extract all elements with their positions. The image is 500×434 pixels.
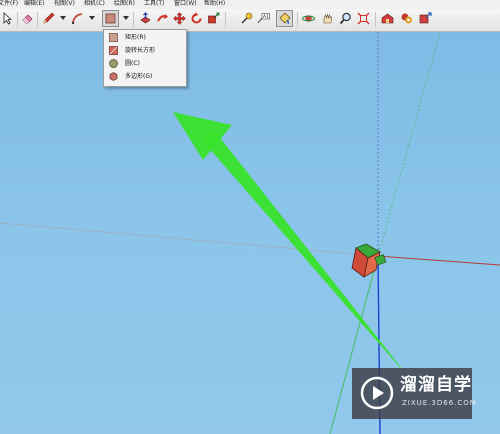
- toolbar-separator: [17, 12, 18, 27]
- menu-window[interactable]: 窗口(W): [174, 0, 197, 8]
- toolbar-separator: [37, 12, 38, 27]
- arc-dropdown-arrow[interactable]: [89, 16, 95, 20]
- move-icon[interactable]: [172, 11, 187, 26]
- rectangle-icon: [109, 33, 118, 42]
- toolbar: A1: [0, 9, 500, 32]
- watermark-subtitle: ZIXUE.3D66.COM: [402, 399, 477, 407]
- rotate-icon[interactable]: [189, 11, 204, 26]
- push-pull-icon[interactable]: [138, 11, 153, 26]
- follow-me-icon[interactable]: [155, 11, 170, 26]
- warehouse-icon[interactable]: [380, 11, 395, 26]
- menu-draw[interactable]: 绘图(R): [114, 0, 135, 8]
- svg-text:A1: A1: [263, 14, 269, 20]
- watermark: 溜溜自学 ZIXUE.3D66.COM: [352, 368, 476, 419]
- dropdown-item-rotated-rectangle[interactable]: 旋转长方形: [104, 44, 186, 57]
- select-arrow-icon[interactable]: [0, 11, 15, 26]
- menu-view[interactable]: 视图(V): [54, 0, 75, 8]
- orbit-icon[interactable]: [301, 11, 316, 26]
- toolbar-separator: [375, 12, 376, 27]
- pan-icon[interactable]: [320, 11, 335, 26]
- dropdown-item-polygon[interactable]: 多边形(G): [104, 70, 186, 83]
- menu-bar: 文件(F) 编辑(E) 视图(V) 相机(C) 绘图(R) 工具(T) 窗口(W…: [0, 0, 500, 9]
- share-icon[interactable]: [418, 11, 433, 26]
- eraser-icon[interactable]: [20, 11, 35, 26]
- green-axis-dashed: [377, 32, 441, 257]
- tape-measure-icon[interactable]: [239, 11, 254, 26]
- circle-icon: [109, 59, 118, 68]
- play-logo-icon: [360, 376, 394, 410]
- zoom-extents-icon[interactable]: [356, 11, 371, 26]
- rectangle-cursor-icon: [351, 243, 387, 278]
- polygon-icon: [109, 72, 118, 81]
- menu-camera[interactable]: 相机(C): [84, 0, 105, 8]
- rectangle-icon[interactable]: [102, 10, 119, 27]
- scale-icon[interactable]: [206, 11, 221, 26]
- rectangle-dropdown-arrow[interactable]: [123, 16, 129, 20]
- dropdown-item-label: 圆(C): [125, 60, 140, 67]
- dropdown-item-circle[interactable]: 圆(C): [104, 57, 186, 70]
- watermark-title: 溜溜自学: [400, 375, 472, 395]
- menu-edit[interactable]: 编辑(E): [24, 0, 44, 8]
- pencil-icon[interactable]: [41, 11, 56, 26]
- rotated-rectangle-icon: [109, 46, 118, 55]
- dropdown-item-rectangle[interactable]: 矩形(R): [104, 31, 186, 44]
- red-axis: [377, 255, 500, 266]
- shape-tool-dropdown: 矩形(R) 旋转长方形 圆(C) 多边形(G): [103, 29, 187, 87]
- red-axis-dashed: [0, 222, 379, 257]
- toolbar-separator: [225, 12, 226, 27]
- pencil-dropdown-arrow[interactable]: [60, 16, 66, 20]
- zoom-icon[interactable]: [338, 11, 353, 26]
- dropdown-item-label: 旋转长方形: [125, 47, 156, 54]
- dropdown-item-label: 矩形(R): [125, 34, 146, 41]
- menu-file[interactable]: 文件(F): [0, 0, 18, 8]
- text-icon[interactable]: A1: [256, 11, 271, 26]
- toolbar-separator: [133, 12, 134, 27]
- arc-icon[interactable]: [70, 11, 85, 26]
- toolbar-separator: [297, 12, 298, 27]
- components-icon[interactable]: [399, 11, 414, 26]
- annotation-arrow: [173, 112, 410, 379]
- dropdown-item-label: 多边形(G): [125, 73, 153, 80]
- menu-help[interactable]: 帮助(H): [204, 0, 225, 8]
- menu-tools[interactable]: 工具(T): [144, 0, 164, 8]
- paint-bucket-icon[interactable]: [276, 10, 293, 27]
